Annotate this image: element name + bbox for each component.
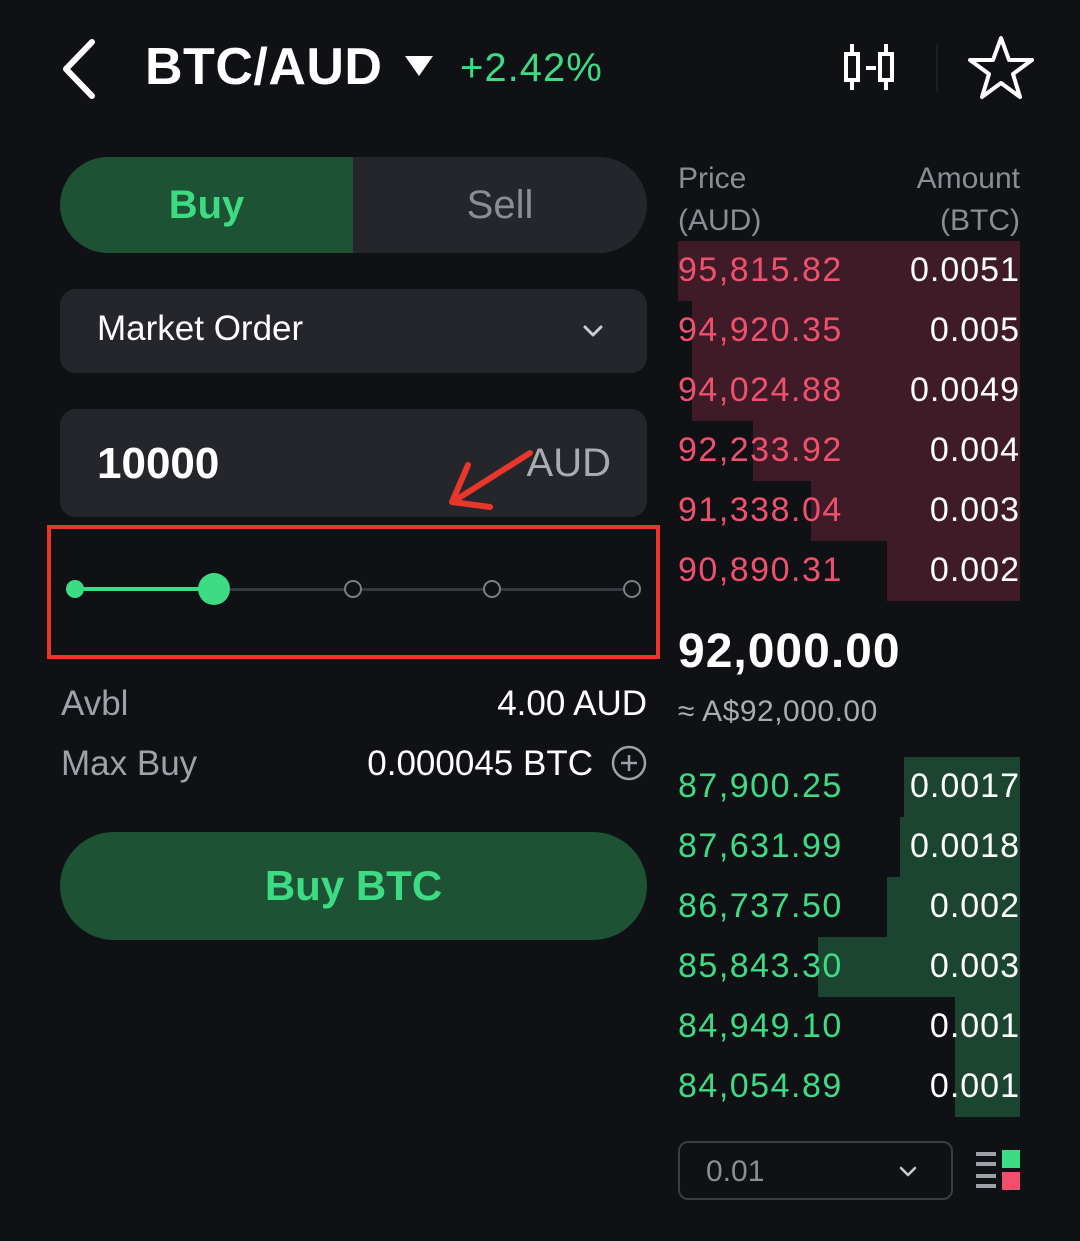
ask-row[interactable]: 94,024.88 0.0049 <box>678 361 1020 421</box>
favorite-button[interactable] <box>966 34 1036 102</box>
buy-btc-button[interactable]: Buy BTC <box>60 832 647 940</box>
price-header-line2: (AUD) <box>678 204 762 237</box>
bid-price: 84,949.10 <box>678 1007 843 1045</box>
price-header: Price (AUD) <box>678 158 761 242</box>
ask-row[interactable]: 92,233.92 0.004 <box>678 421 1020 481</box>
bid-amount: 0.001 <box>929 1007 1020 1045</box>
amount-header: Amount (BTC) <box>917 158 1020 242</box>
bid-price: 86,737.50 <box>678 887 843 925</box>
bid-amount: 0.0018 <box>910 827 1020 865</box>
amount-header-line2: (BTC) <box>940 204 1020 237</box>
bid-price: 87,900.25 <box>678 767 843 805</box>
bid-price: 84,054.89 <box>678 1067 843 1105</box>
ask-price: 90,890.31 <box>678 551 843 589</box>
ask-price: 92,233.92 <box>678 431 843 469</box>
add-funds-button[interactable] <box>611 745 647 781</box>
back-icon <box>63 39 95 99</box>
orderbook-layout-icon <box>976 1150 1020 1190</box>
star-icon <box>968 36 1034 99</box>
bid-amount: 0.001 <box>929 1067 1020 1105</box>
chart-button[interactable] <box>843 40 899 96</box>
ask-price: 91,338.04 <box>678 491 843 529</box>
amount-value: 10000 <box>97 439 220 488</box>
precision-value: 0.01 <box>706 1155 765 1188</box>
chevron-down-icon <box>899 1166 917 1177</box>
maxbuy-value: 0.000045 BTC <box>367 744 593 783</box>
chevron-down-icon <box>583 325 603 337</box>
buy-sell-toggle: Buy Sell <box>60 157 647 253</box>
amount-header-line1: Amount <box>916 162 1020 195</box>
avbl-label: Avbl <box>61 684 129 723</box>
ask-amount: 0.003 <box>929 491 1020 529</box>
bid-amount: 0.0017 <box>910 767 1020 805</box>
bid-row[interactable]: 84,054.89 0.001 <box>678 1057 1020 1117</box>
header-divider <box>936 44 938 92</box>
pair-dropdown-button[interactable] <box>404 54 434 78</box>
bid-row[interactable]: 85,843.30 0.003 <box>678 937 1020 997</box>
bid-price: 85,843.30 <box>678 947 843 985</box>
bid-row[interactable]: 86,737.50 0.002 <box>678 877 1020 937</box>
ask-amount: 0.002 <box>929 551 1020 589</box>
plus-circle-icon <box>611 745 647 781</box>
annotation-highlight-box <box>47 525 660 659</box>
bid-row[interactable]: 84,949.10 0.001 <box>678 997 1020 1057</box>
last-price: 92,000.00 <box>678 625 901 678</box>
back-button[interactable] <box>60 38 100 100</box>
price-header-line1: Price <box>678 162 747 195</box>
tab-sell[interactable]: Sell <box>353 157 647 253</box>
ask-row[interactable]: 90,890.31 0.002 <box>678 541 1020 601</box>
ask-price: 94,024.88 <box>678 371 843 409</box>
pair-title[interactable]: BTC/AUD <box>145 34 382 100</box>
maxbuy-label: Max Buy <box>61 744 198 783</box>
bid-price: 87,631.99 <box>678 827 843 865</box>
chart-icon <box>844 44 894 90</box>
price-change: +2.42% <box>460 46 603 90</box>
bid-amount: 0.002 <box>929 887 1020 925</box>
caret-down-icon <box>405 56 433 76</box>
amount-input[interactable]: 10000 AUD <box>60 409 647 517</box>
last-price-fiat: ≈ A$92,000.00 <box>678 695 878 728</box>
ask-amount: 0.004 <box>929 431 1020 469</box>
ask-amount: 0.005 <box>929 311 1020 349</box>
ask-amount: 0.0051 <box>910 251 1020 289</box>
ask-price: 95,815.82 <box>678 251 843 289</box>
precision-select[interactable]: 0.01 <box>678 1141 953 1200</box>
avbl-value: 4.00 AUD <box>497 684 647 723</box>
ask-row[interactable]: 91,338.04 0.003 <box>678 481 1020 541</box>
bid-row[interactable]: 87,900.25 0.0017 <box>678 757 1020 817</box>
order-type-label: Market Order <box>97 309 304 348</box>
bid-amount: 0.003 <box>929 947 1020 985</box>
tab-buy[interactable]: Buy <box>60 157 353 253</box>
annotation-arrow-icon <box>440 445 540 515</box>
order-type-select[interactable]: Market Order <box>60 289 647 373</box>
ask-row[interactable]: 94,920.35 0.005 <box>678 301 1020 361</box>
orderbook-view-button[interactable] <box>976 1150 1022 1192</box>
bid-row[interactable]: 87,631.99 0.0018 <box>678 817 1020 877</box>
ask-row[interactable]: 95,815.82 0.0051 <box>678 241 1020 301</box>
ask-amount: 0.0049 <box>910 371 1020 409</box>
ask-price: 94,920.35 <box>678 311 843 349</box>
